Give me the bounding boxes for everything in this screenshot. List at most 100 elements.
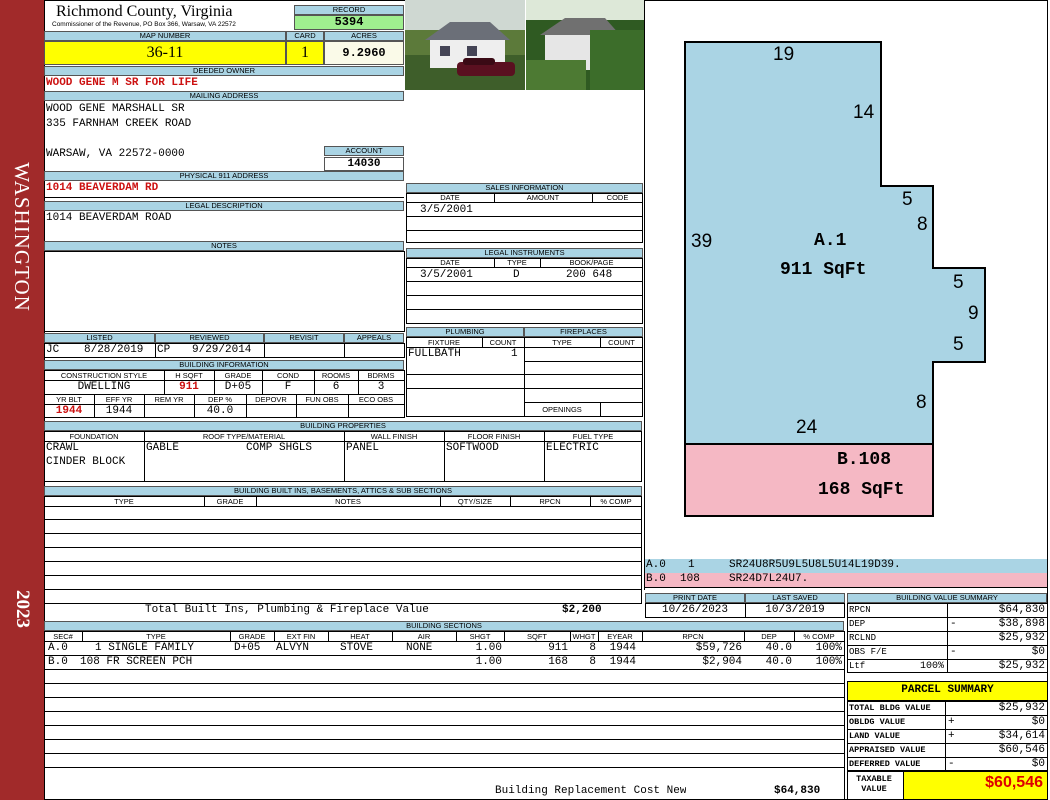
vector-row-b: [645, 573, 1047, 587]
sec-h-air: AIR: [417, 632, 431, 641]
builtins-h-rpcn: RPCN: [539, 497, 561, 506]
sec-row-whgt: 8: [589, 642, 596, 654]
vector-a-num: 1: [688, 559, 695, 571]
builtins-h-notes: NOTES: [335, 497, 361, 506]
bi-dep: 40.0: [206, 405, 234, 417]
vector-b-num: 108: [680, 573, 700, 585]
mailing-line2: 335 FARNHAM CREEK ROAD: [46, 118, 192, 130]
sketch-dim-top: 19: [773, 44, 795, 65]
sec-h-eyear: EYEAR: [607, 632, 633, 641]
vector-b-code: B.0: [646, 573, 666, 585]
district-sidebar: [0, 0, 44, 800]
fireplaces-col-count: COUNT: [608, 338, 635, 347]
vector-b-path: SR24D7L24U7.: [729, 573, 809, 585]
sec-h-sec: SEC#: [53, 632, 73, 641]
bi-sqft: 911: [179, 381, 199, 393]
sketch-section-b-area: 168 SqFt: [818, 480, 905, 500]
sec-row-dep: 40.0: [765, 642, 792, 654]
record-value: 5394: [294, 15, 404, 30]
builtins-total-label: Total Built Ins, Plumbing & Fireplace Va…: [145, 604, 429, 616]
property-photo: [405, 0, 645, 90]
print-date: 10/26/2023: [661, 604, 728, 616]
notes-area: [44, 251, 405, 332]
sec-h-rpcn: RPCN: [682, 632, 704, 641]
building-info-label: BUILDING INFORMATION: [44, 360, 404, 370]
sketch-dim-5c: 5: [953, 334, 964, 355]
sketch-dim-8b: 8: [916, 392, 927, 413]
account-number: 14030: [324, 157, 404, 171]
bi-h-rooms: ROOMS: [321, 371, 351, 380]
builtins-h-type: TYPE: [114, 497, 134, 506]
sec-row-sqft: 911: [548, 642, 568, 654]
bi-cond: F: [284, 381, 292, 393]
fireplaces-label: FIREPLACES: [524, 327, 643, 337]
value-summary-label: BUILDING VALUE SUMMARY: [847, 593, 1047, 603]
bi-h-style: CONSTRUCTION STYLE: [60, 371, 148, 380]
bi-h-remyr: REM YR: [154, 395, 184, 404]
sec-row-extfin: ALVYN: [276, 642, 310, 654]
bi-style: DWELLING: [77, 381, 131, 393]
county-address: Commissioner of the Revenue, PO Box 366,…: [52, 21, 236, 28]
instruments-label: LEGAL INSTRUMENTS: [406, 248, 643, 258]
bi-effyr: 1944: [105, 405, 133, 417]
account-label: ACCOUNT: [324, 146, 404, 156]
tax-year: 2023: [12, 590, 33, 628]
instruments-row1-date: 3/5/2001: [420, 269, 473, 281]
listed-by: JC: [46, 344, 60, 356]
vs-rclnd-label: RCLND: [849, 633, 877, 643]
sec-row-shgt: 1.00: [475, 656, 502, 668]
physical-label: PHYSICAL 911 ADDRESS: [44, 171, 404, 181]
ps-bldg-value: $25,932: [998, 702, 1045, 714]
acres-label: ACRES: [324, 31, 404, 41]
bi-h-dep: DEP %: [207, 395, 233, 404]
prop-h-floor: FLOOR FINISH: [467, 432, 521, 441]
builtins-h-qty: QTY/SIZE: [457, 497, 493, 506]
vs-rpcn-value: $64,830: [998, 604, 1045, 616]
sec-h-extfin: EXT FIN: [286, 632, 316, 641]
owner-label: DEEDED OWNER: [44, 66, 404, 76]
sec-h-whgt: WHGT: [572, 632, 596, 641]
prop-roof-material: COMP SHGLS: [246, 442, 313, 454]
replacement-cost-label: Building Replacement Cost New: [495, 785, 687, 797]
ps-land-value: $34,614: [998, 730, 1045, 742]
mailing-line3: WARSAW, VA 22572-0000: [46, 148, 185, 160]
ps-obldg-value: $0: [1031, 716, 1045, 728]
bi-h-ecoobs: ECO OBS: [358, 395, 394, 404]
parcel-summary-label: PARCEL SUMMARY: [901, 684, 994, 696]
prop-roof-type: GABLE: [146, 442, 180, 454]
sec-row-comp: 100%: [815, 642, 842, 654]
plumbing-row1-count: 1: [511, 348, 518, 360]
builtins-h-comp: % COMP: [600, 497, 632, 506]
bi-h-funobs: FUN OBS: [305, 395, 339, 404]
county-name: Richmond County, Virginia: [56, 3, 233, 20]
sec-row-heat: STOVE: [340, 642, 374, 654]
ps-land-label: LAND VALUE: [849, 731, 901, 741]
plumbing-col-fixture: FIXTURE: [427, 338, 461, 347]
sales-label: SALES INFORMATION: [406, 183, 643, 193]
sec-row-dep: 40.0: [765, 656, 792, 668]
map-number: 36-11: [44, 41, 286, 65]
bi-rooms: 6: [332, 381, 340, 393]
card-label: CARD: [286, 31, 324, 41]
plumbing-row1-fixture: FULLBATH: [408, 348, 461, 360]
last-saved-label: LAST SAVED: [745, 593, 845, 603]
sec-row-sec: B.0: [48, 656, 68, 668]
acres-value: 9.2960: [324, 41, 404, 65]
sec-row-sec: A.0: [48, 642, 68, 654]
openings-label: OPENINGS: [542, 405, 582, 414]
record-label: RECORD: [294, 5, 404, 15]
instruments-row1-type: D: [513, 269, 520, 281]
legal-description: 1014 BEAVERDAM ROAD: [46, 212, 172, 224]
vector-a-code: A.0: [646, 559, 666, 571]
vs-ltf-label: Ltf: [849, 661, 866, 671]
sketch-dim-24: 24: [796, 417, 818, 438]
vs-dep-label: DEP: [849, 619, 866, 629]
vs-ltf-pct: 100%: [919, 661, 944, 672]
sec-h-heat: HEAT: [350, 632, 370, 641]
prop-h-wall: WALL FINISH: [370, 432, 418, 441]
sec-row-type: 108 FR SCREEN PCH: [80, 656, 193, 668]
sketch-dim-5b: 5: [953, 272, 964, 293]
print-date-label: PRINT DATE: [645, 593, 745, 603]
vs-rclnd-value: $25,932: [998, 632, 1045, 644]
builtins-total-value: $2,200: [562, 604, 602, 616]
